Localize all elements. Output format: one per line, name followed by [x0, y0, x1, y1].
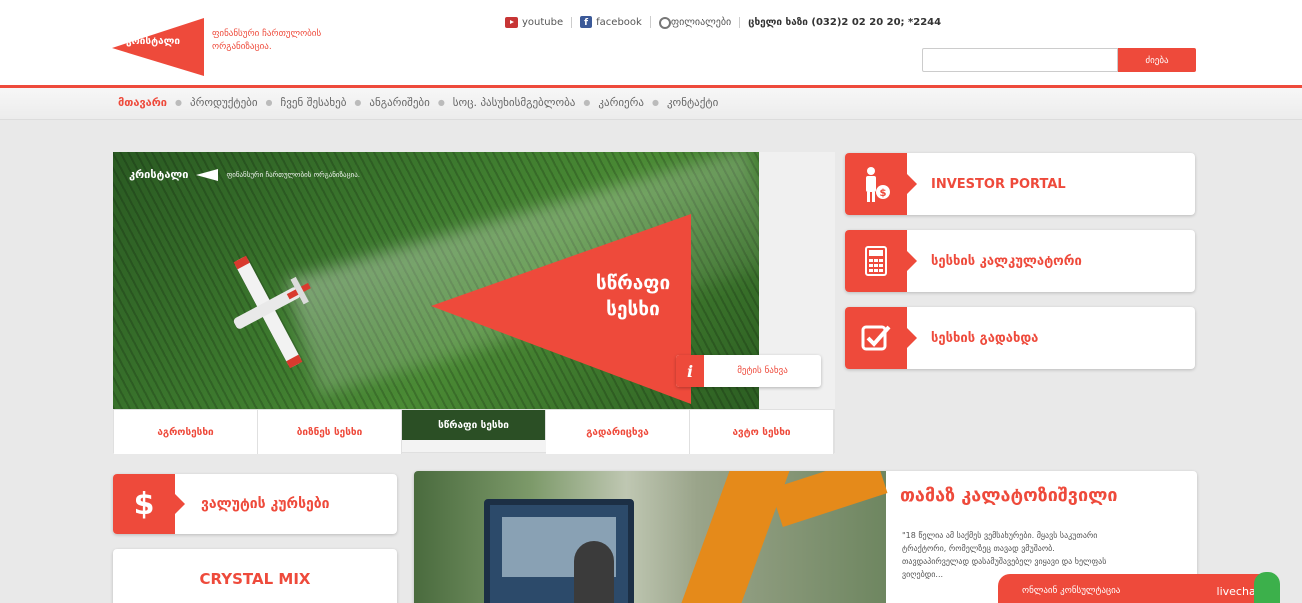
- site-header: კრისტალი ფინანსური ჩართულობის ორგანიზაცი…: [0, 0, 1302, 88]
- svg-text:$: $: [880, 188, 887, 199]
- tab-auto-loan[interactable]: ავტო სესხი: [690, 410, 834, 454]
- more-button[interactable]: i მეტის ნახვა: [676, 355, 821, 387]
- nav-separator: ●: [265, 98, 273, 107]
- loan-payment-card[interactable]: სესხის გადახდა: [845, 307, 1195, 369]
- hero-title-line1: სწრაფი: [595, 272, 671, 294]
- livechat-label: ონლაინ კონსულტაცია: [1022, 586, 1121, 596]
- livechat-widget[interactable]: ონლაინ კონსულტაცია livechat: [998, 572, 1280, 603]
- more-button-label: მეტის ნახვა: [737, 366, 788, 376]
- branches-link[interactable]: ფილიალები: [651, 16, 741, 29]
- currency-rates-label: ვალუტის კურსები: [201, 496, 330, 512]
- loan-calculator-card[interactable]: სესხის კალკულატორი: [845, 230, 1195, 292]
- checkbox-icon: [845, 307, 917, 369]
- testimonial-name: თამაზ კალატოზიშვილი: [900, 485, 1118, 506]
- search-button[interactable]: ძიება: [1118, 48, 1196, 72]
- crystal-mix-card[interactable]: CRYSTAL MIX: [113, 549, 397, 603]
- nav-item-products[interactable]: პროდუქტები: [184, 94, 264, 111]
- livechat-status-indicator: [1254, 572, 1280, 603]
- farmer-image: [574, 541, 614, 603]
- tab-fast-loan[interactable]: სწრაფი სესხი: [402, 410, 546, 440]
- nav-separator: ●: [651, 98, 659, 107]
- tagline: ფინანსური ჩართულობის ორგანიზაცია.: [212, 29, 322, 52]
- hero-title-line2: სესხი: [606, 298, 660, 320]
- site-logo[interactable]: [112, 18, 204, 76]
- facebook-label: facebook: [596, 16, 642, 28]
- nav-item-home[interactable]: მთავარი: [112, 94, 173, 111]
- youtube-link[interactable]: youtube: [505, 16, 573, 28]
- info-icon: i: [676, 355, 704, 387]
- hotline: ცხელი ხაზი (032)2 02 20 20; *2244: [748, 16, 942, 28]
- nav-separator: ●: [437, 98, 445, 107]
- excavator-boom: [770, 471, 888, 528]
- product-tabs: აგროსესხი ბიზნეს სესხი სწრაფი სესხი გადა…: [113, 409, 835, 454]
- testimonial-photo: [414, 471, 888, 603]
- hero-logo: კრისტალი ფინანსური ჩართულობის ორგანიზაცი…: [129, 168, 360, 181]
- main-nav: მთავარი ● პროდუქტები ● ჩვენ შესახებ ● ან…: [0, 88, 1302, 120]
- logo-text: კრისტალი: [126, 36, 181, 47]
- nav-item-social-responsibility[interactable]: სოც. პასუხისმგებლობა: [447, 94, 582, 111]
- loan-payment-label: სესხის გადახდა: [931, 330, 1039, 346]
- currency-rates-card[interactable]: $ ვალუტის კურსები: [113, 474, 397, 534]
- top-links: youtube f facebook ფილიალები ცხელი ხაზი …: [505, 16, 942, 29]
- nav-list: მთავარი ● პროდუქტები ● ჩვენ შესახებ ● ან…: [112, 94, 724, 111]
- hero-brand-sub: ფინანსური ჩართულობის ორგანიზაცია.: [226, 170, 361, 179]
- tab-business-loan[interactable]: ბიზნეს სესხი: [258, 410, 402, 454]
- loan-calculator-label: სესხის კალკულატორი: [931, 253, 1082, 269]
- nav-separator: ●: [354, 98, 362, 107]
- nav-item-contact[interactable]: კონტაქტი: [661, 94, 724, 111]
- dollar-icon: $: [113, 474, 185, 534]
- tab-agro-loan[interactable]: აგროსესხი: [114, 410, 258, 454]
- nav-item-about[interactable]: ჩვენ შესახებ: [275, 94, 353, 111]
- youtube-label: youtube: [522, 16, 564, 28]
- arrow-icon: [196, 168, 219, 181]
- tab-transfer[interactable]: გადარიცხვა: [546, 410, 690, 454]
- facebook-link[interactable]: f facebook: [572, 16, 651, 28]
- search-input[interactable]: [922, 48, 1118, 72]
- nav-item-reports[interactable]: ანგარიშები: [363, 94, 435, 111]
- hero-banner[interactable]: კრისტალი ფინანსური ჩართულობის ორგანიზაცი…: [113, 152, 759, 409]
- branches-label: ფილიალები: [670, 16, 732, 28]
- map-pin-icon: [658, 16, 671, 29]
- youtube-icon: [505, 16, 518, 28]
- calculator-icon: [845, 230, 917, 292]
- facebook-icon: f: [580, 16, 593, 28]
- hero-brand: კრისტალი: [129, 168, 189, 181]
- airplane-image: [233, 255, 311, 369]
- hero-title: სწრაფი სესხი: [573, 270, 693, 322]
- investor-portal-card[interactable]: $ INVESTOR PORTAL: [845, 153, 1195, 215]
- investor-icon: $: [845, 153, 917, 215]
- nav-separator: ●: [583, 98, 591, 107]
- nav-separator: ●: [175, 98, 182, 107]
- nav-item-career[interactable]: კარიერა: [592, 94, 650, 111]
- crystal-mix-label: CRYSTAL MIX: [199, 570, 311, 588]
- investor-portal-label: INVESTOR PORTAL: [931, 176, 1066, 192]
